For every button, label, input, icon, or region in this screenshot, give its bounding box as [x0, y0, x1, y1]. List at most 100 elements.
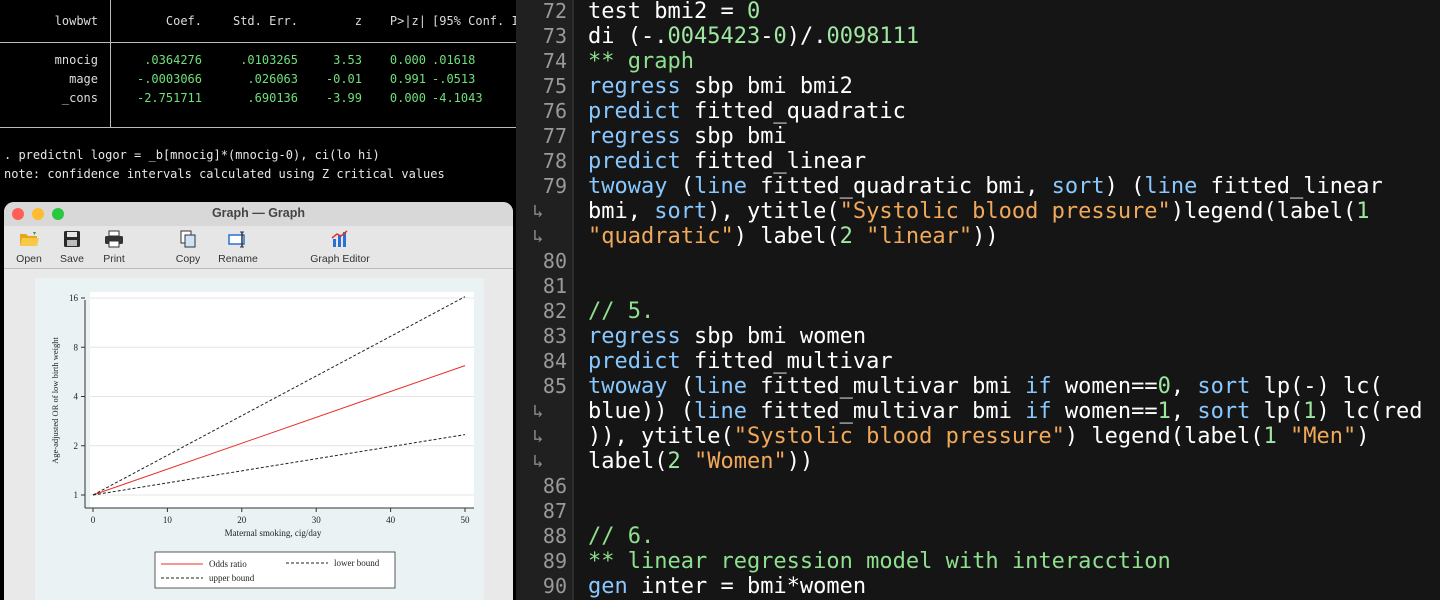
wrap-arrow-icon: ↳ [532, 201, 544, 222]
code-line[interactable]: )), ytitle("Systolic blood pressure") le… [588, 424, 1370, 449]
code-line[interactable]: ** graph [588, 49, 694, 74]
code-line[interactable]: regress sbp bmi [588, 124, 787, 149]
line-number: 75 [542, 74, 567, 98]
code-token: 2 [839, 224, 853, 249]
copy-button[interactable]: Copy [163, 230, 213, 265]
code-token: sort [1051, 174, 1105, 199]
code-line[interactable]: predict fitted_linear [588, 149, 866, 174]
code-token: // 6. [588, 524, 655, 549]
line-number: 84 [542, 349, 567, 373]
do-file-editor[interactable]: 72 73 74 75 76 77 78 79 ↳ ↳ 80 81 82 83 84 85 ↳ ↳ ↳ 86 87 88 8… [516, 0, 1440, 600]
graph-window-titlebar[interactable]: Graph — Graph [4, 202, 513, 226]
y-tick-label: 4 [74, 392, 79, 402]
row-p: 0.000 [389, 91, 426, 105]
legend-label: lower bound [334, 558, 380, 568]
code-token: twoway [588, 374, 668, 399]
col-coef: Coef. [165, 14, 202, 28]
code-line[interactable]: bmi, sort), ytitle("Systolic blood press… [588, 199, 1370, 224]
code-token: ) label( [733, 224, 840, 249]
row-z: -0.01 [325, 72, 362, 86]
line-number: 89 [542, 549, 567, 573]
row-z: -3.99 [325, 91, 362, 105]
row-name: mnocig [54, 53, 98, 67]
code-line[interactable]: gen inter = bmi*women [588, 574, 866, 599]
code-line[interactable]: twoway (line fitted_multivar bmi if wome… [588, 374, 1383, 399]
code-line[interactable]: di (-.0045423-0)/.0098111 [588, 24, 919, 49]
code-token: // 5. [588, 299, 655, 324]
line-number-gutter: 72 73 74 75 76 77 78 79 ↳ ↳ 80 81 82 83 84 85 ↳ ↳ ↳ 86 87 88 8… [516, 0, 572, 600]
bar-chart-icon [331, 230, 348, 247]
code-line[interactable]: twoway (line fitted_quadratic bmi, sort)… [588, 174, 1383, 199]
folder-open-icon [20, 232, 39, 246]
code-line[interactable]: blue)) (line fitted_multivar bmi if wome… [588, 399, 1423, 424]
code-line[interactable]: regress sbp bmi bmi2 [588, 74, 853, 99]
code-token: sbp bmi [680, 124, 787, 149]
code-token: regress [588, 324, 681, 349]
code-line[interactable]: predict fitted_multivar [588, 349, 893, 374]
row-se: .690136 [247, 91, 298, 105]
line-number: 86 [542, 474, 567, 498]
rename-button[interactable]: Rename [213, 230, 263, 265]
wrap-arrow-icon: ↳ [532, 226, 544, 247]
stata-results-console[interactable]: lowbwt Coef. Std. Err. z P>|z| [95% Conf… [0, 0, 516, 600]
code-token: ( [667, 374, 694, 399]
code-line[interactable]: predict fitted_quadratic [588, 99, 906, 124]
code-token: 1 [1356, 199, 1370, 224]
code-token: sbp bmi women [680, 324, 867, 349]
code-token: bmi, [588, 199, 655, 224]
code-line[interactable]: ** linear regression model with interacc… [588, 549, 1171, 574]
graph-window-title: Graph — Graph [211, 206, 306, 220]
row-se: .0103265 [240, 53, 298, 67]
code-token: sort [654, 199, 708, 224]
row-coef: .0364276 [144, 53, 202, 67]
rename-icon [228, 231, 245, 248]
code-line[interactable]: "quadratic") label(2 "linear")) [588, 224, 999, 249]
row-name: mage [69, 72, 98, 86]
code-token: 1 [1303, 399, 1317, 424]
code-token: regress [588, 124, 681, 149]
graph-toolbar: Open Save Print Copy Rename Graph Editor [4, 226, 513, 269]
code-line[interactable]: label(2 "Women")) [588, 449, 813, 474]
code-token: , [1170, 399, 1198, 424]
regression-table-header: lowbwt Coef. Std. Err. z P>|z| [95% Conf… [0, 14, 516, 32]
code-token: fitted_quadratic bmi, [746, 174, 1052, 199]
x-tick-label: 40 [386, 515, 396, 525]
gutter-divider [572, 0, 574, 600]
code-token: line [693, 174, 747, 199]
print-button[interactable]: Print [89, 230, 139, 265]
code-token: 0 [746, 0, 761, 24]
code-line[interactable]: test bmi2 = 0 [588, 0, 760, 24]
code-line[interactable]: regress sbp bmi women [588, 324, 866, 349]
row-coef: -.0003066 [136, 72, 202, 86]
code-token: di (-. [588, 24, 668, 49]
col-depvar: lowbwt [54, 14, 98, 28]
line-number: 83 [542, 324, 567, 348]
code-line[interactable]: // 5. [588, 299, 654, 324]
code-line[interactable]: // 6. [588, 524, 654, 549]
code-token: women== [1051, 399, 1158, 424]
code-token: - [760, 24, 774, 49]
line-number: 88 [542, 524, 567, 548]
code-token: )legend(label( [1170, 199, 1357, 224]
code-token: ( [667, 174, 694, 199]
col-z: z [354, 14, 362, 28]
line-number: 82 [542, 299, 567, 323]
y-tick-label: 1 [74, 490, 79, 500]
graph-window[interactable]: Graph — Graph Open Save Print Copy Renam… [4, 202, 513, 600]
code-token: if [1025, 374, 1052, 399]
line-number: 78 [542, 149, 567, 173]
code-token: predict [588, 149, 681, 174]
floppy-disk-icon [64, 231, 80, 247]
graph-editor-button[interactable]: Graph Editor [306, 230, 374, 265]
line-number: 79 [542, 174, 567, 198]
line-number: 87 [542, 499, 567, 523]
row-p: 0.000 [389, 53, 426, 67]
y-tick-label: 8 [74, 342, 79, 352]
row-z: 3.53 [333, 53, 362, 67]
code-token: 1 [1157, 399, 1171, 424]
line-number: 74 [542, 49, 567, 73]
wrap-arrow-icon: ↳ [532, 451, 544, 472]
code-token: )), ytitle( [588, 424, 734, 449]
wrap-arrow-icon: ↳ [532, 426, 544, 447]
